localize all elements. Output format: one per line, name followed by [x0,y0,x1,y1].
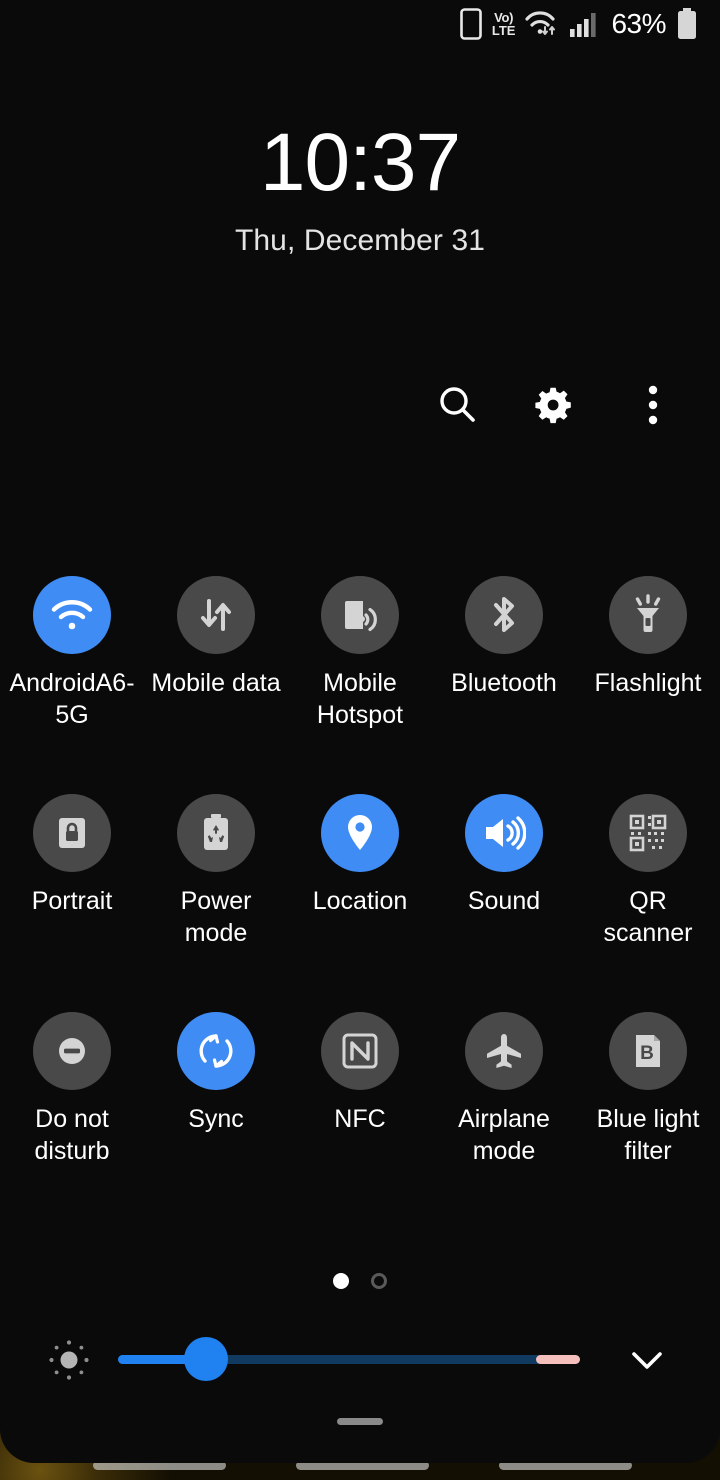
flashlight-icon [609,576,687,654]
tile-label: NFC [334,1105,386,1133]
rotation-lock-icon [33,794,111,872]
qr-code-icon [609,794,687,872]
page-indicator [0,1273,720,1289]
page-dot-1[interactable] [333,1273,349,1289]
cellular-signal-icon [569,9,599,39]
tile-do-not-disturb[interactable]: Do not disturb [0,1012,144,1167]
panel-drag-handle[interactable] [337,1418,383,1425]
tile-power-mode[interactable]: Power mode [144,794,288,949]
sync-icon [177,1012,255,1090]
tile-label: Location [312,887,408,915]
volte-label-bottom: LTE [491,23,516,38]
clock-area[interactable]: 10:37 Thu, December 31 [0,122,720,258]
status-bar: Vo) LTE 63% [0,0,720,48]
blue-light-filter-icon: B [609,1012,687,1090]
do-not-disturb-icon [33,1012,111,1090]
page-dot-2[interactable] [371,1273,387,1289]
bluetooth-icon [465,576,543,654]
tile-label: Power mode [180,887,252,947]
search-icon[interactable] [434,382,480,428]
tile-label: Mobile Hotspot [316,669,404,729]
tile-label: AndroidA6-5G [9,669,135,729]
tile-portrait[interactable]: Portrait [0,794,144,949]
tile-label: Sound [467,887,541,915]
tile-sound[interactable]: Sound [432,794,576,949]
tile-blue-light-filter[interactable]: B Blue light filter [576,1012,720,1167]
nfc-icon [321,1012,399,1090]
tile-airplane-mode[interactable]: Airplane mode [432,1012,576,1167]
tile-sync[interactable]: Sync [144,1012,288,1167]
clock-date: Thu, December 31 [234,224,486,257]
header-actions [434,382,676,428]
tile-label: Bluetooth [451,669,557,697]
battery-icon [676,8,698,40]
tile-mobile-data[interactable]: Mobile data [144,576,288,731]
tile-label: Do not disturb [34,1105,110,1165]
tile-label: QR scanner [603,887,693,947]
wifi-icon [33,576,111,654]
location-pin-icon [321,794,399,872]
tile-wifi[interactable]: AndroidA6-5G [0,576,144,731]
wifi-data-transfer-icon [525,9,559,39]
volte-icon: Vo) LTE [492,11,516,37]
brightness-row [0,1335,720,1385]
phone-portrait-icon [460,8,482,40]
quick-settings-panel: Vo) LTE 63% 10:37 Thu, December 31 Andro… [0,0,720,1463]
brightness-slider-warm-segment [536,1355,580,1364]
hotspot-icon [321,576,399,654]
tile-mobile-hotspot[interactable]: Mobile Hotspot [288,576,432,731]
data-transfer-icon [177,576,255,654]
tile-flashlight[interactable]: Flashlight [576,576,720,731]
gear-icon[interactable] [532,382,578,428]
tile-location[interactable]: Location [288,794,432,949]
clock-time: 10:37 [259,117,461,208]
airplane-icon [465,1012,543,1090]
brightness-sun-icon[interactable] [45,1336,93,1384]
tile-label: Airplane mode [458,1105,550,1165]
tile-label: Sync [188,1105,244,1133]
tile-label: Portrait [31,887,113,915]
brightness-slider-thumb[interactable] [183,1337,228,1381]
tile-label: Blue light filter [596,1105,700,1165]
tile-qr-scanner[interactable]: QR scanner [576,794,720,949]
battery-saver-icon [177,794,255,872]
volume-icon [465,794,543,872]
tile-label: Mobile data [151,669,281,697]
tile-bluetooth[interactable]: Bluetooth [432,576,576,731]
tile-label: Flashlight [594,669,702,697]
tile-nfc[interactable]: NFC [288,1012,432,1167]
chevron-down-icon[interactable] [626,1340,668,1380]
overflow-menu-icon[interactable] [630,382,676,428]
svg-text:B: B [640,1043,654,1064]
battery-percentage-label: 63% [611,8,666,39]
quick-settings-tile-grid: AndroidA6-5G Mobile data Mobile Hotspot … [0,576,720,1167]
